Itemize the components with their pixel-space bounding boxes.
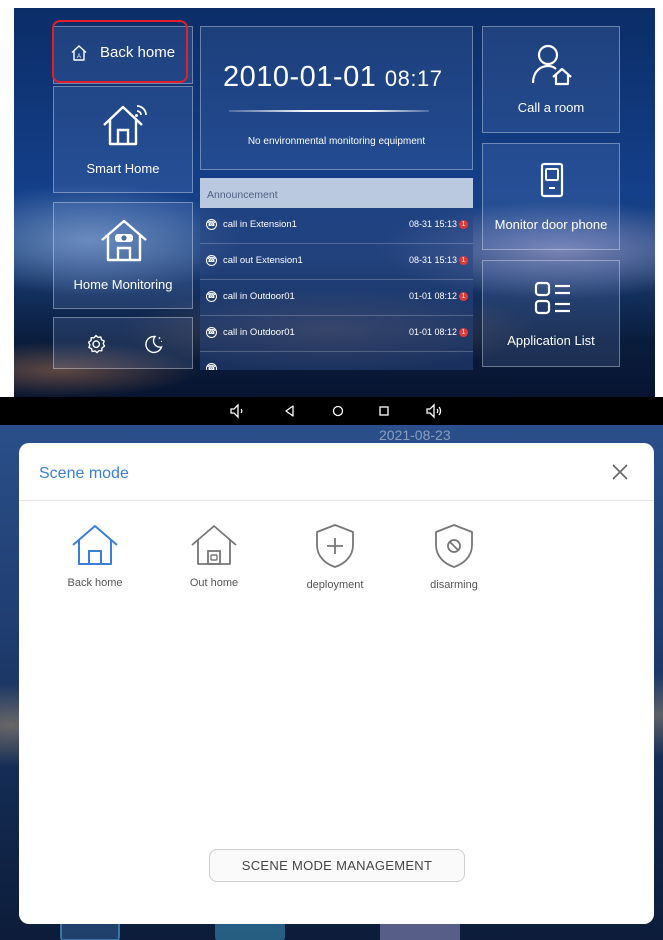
shield-plus-icon	[316, 524, 354, 568]
announcement-text: call in Outdoor01	[223, 327, 295, 338]
composite-screenshot: A Back home Smart Home Home Monitoring 2…	[0, 0, 663, 940]
announcement-row[interactable]: ☎ call in Outdoor01 01-01 08:12 1	[200, 280, 473, 316]
quick-settings-tile	[53, 317, 193, 369]
dialog-divider	[19, 500, 654, 501]
scene-back-home[interactable]: Back home	[55, 523, 135, 589]
divider-line	[229, 110, 429, 112]
home-screen: A Back home Smart Home Home Monitoring 2…	[0, 0, 663, 425]
home-circle-icon[interactable]	[328, 401, 348, 421]
announcement-time: 08-31 15:13	[408, 255, 457, 265]
shield-forbidden-icon	[435, 524, 473, 568]
application-list-label: Application List	[507, 333, 595, 348]
call-icon: ☎	[206, 363, 217, 370]
datetime-panel: 2010-01-01 08:17 No environmental monito…	[200, 26, 473, 170]
call-icon: ☎	[206, 327, 217, 338]
call-room-label: Call a room	[517, 100, 585, 115]
unread-badge: 1	[459, 256, 468, 265]
announcement-header: Announcement	[200, 178, 473, 208]
highlight-box	[52, 20, 188, 83]
datetime-display: 2010-01-01 08:17	[223, 61, 442, 94]
person-home-icon	[531, 44, 572, 86]
announcement-row-partial: ☎	[200, 352, 473, 370]
announcement-row[interactable]: ☎ call in Outdoor01 01-01 08:12 1	[200, 316, 473, 352]
announcement-row[interactable]: ☎ call out Extension1 08-31 15:13 1	[200, 244, 473, 280]
application-list-tile[interactable]: Application List	[482, 260, 620, 367]
volume-down-icon[interactable]	[228, 401, 248, 421]
monitor-door-phone-label: Monitor door phone	[494, 217, 608, 232]
announcement-row[interactable]: ☎ call in Extension1 08-31 15:13 1	[200, 208, 473, 244]
date-text: 2010-01-01	[223, 61, 377, 93]
back-icon[interactable]	[280, 401, 300, 421]
announcement-text: call in Outdoor01	[223, 291, 295, 302]
night-mode-icon[interactable]	[144, 334, 164, 354]
unread-badge: 1	[459, 220, 468, 229]
scene-mode-management-button[interactable]: SCENE MODE MANAGEMENT	[209, 849, 465, 882]
home-monitoring-tile[interactable]: Home Monitoring	[53, 202, 193, 309]
call-icon: ☎	[206, 291, 217, 302]
scene-out-home[interactable]: Out home	[174, 523, 254, 589]
smart-home-icon	[103, 105, 147, 146]
scene-label: disarming	[430, 579, 478, 591]
scene-mode-dialog: Scene mode Back home Out home deployment…	[19, 443, 654, 924]
smart-home-tile[interactable]: Smart Home	[53, 86, 193, 193]
announcement-text: call out Extension1	[223, 255, 303, 266]
home-icon	[72, 525, 118, 565]
gear-icon[interactable]	[86, 334, 106, 354]
home-lock-icon	[191, 525, 237, 565]
app-list-icon	[534, 281, 570, 315]
announcement-time: 01-01 08:12	[408, 327, 457, 337]
dialog-title: Scene mode	[39, 465, 129, 482]
monitor-door-phone-tile[interactable]: Monitor door phone	[482, 143, 620, 250]
announcement-text: call in Extension1	[223, 219, 297, 230]
announcement-time: 01-01 08:12	[408, 291, 457, 301]
home-camera-icon	[101, 219, 147, 262]
scene-label: Out home	[189, 577, 239, 589]
scene-label: Back home	[67, 577, 123, 589]
call-icon: ☎	[206, 219, 217, 230]
scene-label: deployment	[306, 579, 364, 591]
scene-deployment[interactable]: deployment	[295, 523, 375, 591]
announcement-panel: Announcement ☎ call in Extension1 08-31 …	[200, 178, 473, 370]
recents-icon[interactable]	[374, 401, 394, 421]
door-phone-icon	[540, 162, 564, 198]
call-icon: ☎	[206, 255, 217, 266]
time-text: 08:17	[384, 66, 443, 91]
system-navigation-bar	[0, 397, 663, 425]
scene-disarming[interactable]: disarming	[414, 523, 494, 591]
environment-status: No environmental monitoring equipment	[247, 136, 426, 147]
close-icon[interactable]	[609, 461, 631, 483]
announcement-time: 08-31 15:13	[408, 219, 457, 229]
smart-home-label: Smart Home	[86, 161, 160, 176]
unread-badge: 1	[459, 292, 468, 301]
home-monitoring-label: Home Monitoring	[73, 277, 173, 292]
volume-up-icon[interactable]	[424, 401, 446, 421]
unread-badge: 1	[459, 328, 468, 337]
call-room-tile[interactable]: Call a room	[482, 26, 620, 133]
background-date: 2021-08-23	[379, 427, 451, 443]
